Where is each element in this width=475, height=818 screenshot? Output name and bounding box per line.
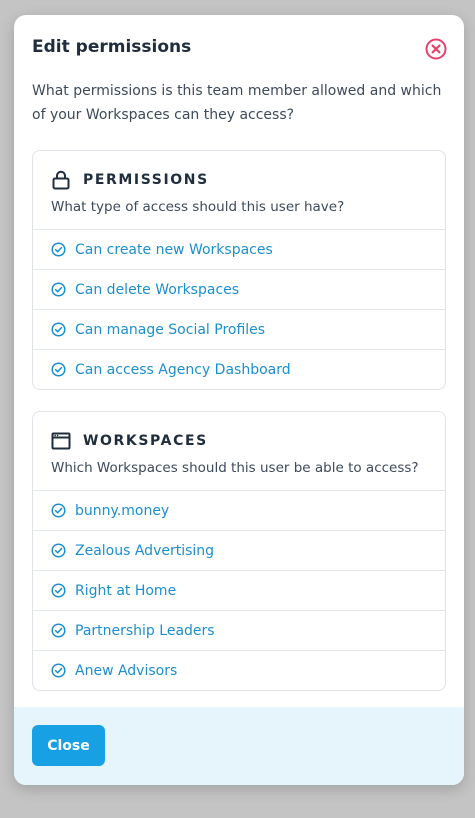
workspace-item[interactable]: Zealous Advertising: [33, 530, 445, 570]
workspace-item-label: bunny.money: [75, 502, 170, 519]
check-circle-icon[interactable]: [51, 242, 66, 257]
permission-item-label: Can access Agency Dashboard: [75, 361, 291, 378]
close-icon[interactable]: [425, 38, 447, 60]
dialog-intro: What permissions is this team member all…: [32, 83, 442, 123]
permission-item[interactable]: Can create new Workspaces: [33, 229, 445, 269]
check-circle-icon[interactable]: [51, 623, 66, 638]
check-circle-icon[interactable]: [51, 583, 66, 598]
workspaces-subtitle: Which Workspaces should this user be abl…: [51, 460, 419, 476]
workspaces-list: bunny.money Zealous Advertising Right at H…: [33, 490, 445, 690]
check-circle-icon[interactable]: [51, 543, 66, 558]
dialog-footer: Close: [14, 707, 464, 785]
permission-item[interactable]: Can delete Workspaces: [33, 269, 445, 309]
dialog-header: Edit permissions: [14, 15, 464, 77]
permission-item-label: Can manage Social Profiles: [75, 321, 266, 338]
workspace-item-label: Right at Home: [75, 582, 177, 599]
workspace-item-label: Partnership Leaders: [75, 622, 215, 639]
workspace-item[interactable]: bunny.money: [33, 490, 445, 530]
workspace-item[interactable]: Anew Advisors: [33, 650, 445, 690]
workspaces-heading: WORKSPACES: [83, 433, 208, 449]
permissions-subtitle: What type of access should this user hav…: [51, 199, 345, 215]
workspace-item-label: Anew Advisors: [75, 662, 178, 679]
permission-item-label: Can create new Workspaces: [75, 241, 273, 258]
check-circle-icon[interactable]: [51, 503, 66, 518]
lock-icon: [51, 170, 71, 190]
check-circle-icon[interactable]: [51, 322, 66, 337]
workspace-item[interactable]: Partnership Leaders: [33, 610, 445, 650]
check-circle-icon[interactable]: [51, 663, 66, 678]
workspaces-card: WORKSPACES Which Workspaces should this …: [32, 411, 446, 691]
check-circle-icon[interactable]: [51, 282, 66, 297]
permissions-card-header: PERMISSIONS What type of access should t…: [33, 151, 445, 215]
permission-item[interactable]: Can manage Social Profiles: [33, 309, 445, 349]
edit-permissions-dialog: Edit permissions What permissions is thi…: [14, 15, 464, 785]
dialog-title: Edit permissions: [32, 37, 192, 57]
workspace-item[interactable]: Right at Home: [33, 570, 445, 610]
browser-window-icon: [51, 431, 71, 451]
workspaces-card-header: WORKSPACES Which Workspaces should this …: [33, 412, 445, 476]
workspace-item-label: Zealous Advertising: [75, 542, 215, 559]
close-button[interactable]: Close: [32, 725, 105, 766]
permission-item-label: Can delete Workspaces: [75, 281, 240, 298]
permissions-card: PERMISSIONS What type of access should t…: [32, 150, 446, 390]
permissions-list: Can create new Workspaces Can delete Work…: [33, 229, 445, 389]
permission-item[interactable]: Can access Agency Dashboard: [33, 349, 445, 389]
permissions-heading: PERMISSIONS: [83, 172, 209, 188]
check-circle-icon[interactable]: [51, 362, 66, 377]
